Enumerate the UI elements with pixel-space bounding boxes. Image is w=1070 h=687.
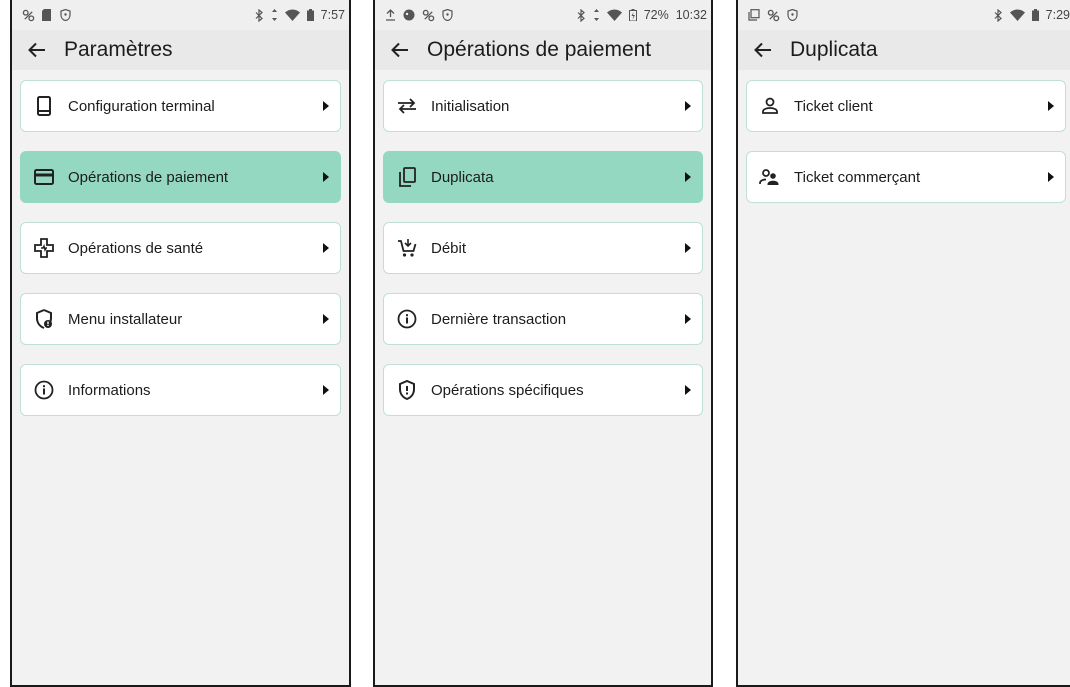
chevron-right-icon xyxy=(685,243,691,253)
app-icon xyxy=(403,9,415,21)
menu-item-label: Ticket client xyxy=(794,97,873,115)
menu-item-label: Opérations spécifiques xyxy=(431,381,584,399)
status-bar: 72% 10:32 xyxy=(375,0,711,30)
chevron-right-icon xyxy=(1048,172,1054,182)
menu-item-label: Duplicata xyxy=(431,168,494,186)
battery-icon xyxy=(1031,9,1039,21)
menu-item-initialisation[interactable]: Initialisation xyxy=(383,80,703,132)
menu-item-label: Initialisation xyxy=(431,97,510,115)
menu-item-derniere-transaction[interactable]: Dernière transaction xyxy=(383,293,703,345)
back-arrow-icon[interactable] xyxy=(387,37,413,63)
chevron-right-icon xyxy=(685,172,691,182)
menu-item-menu-installateur[interactable]: Menu installateur xyxy=(20,293,341,345)
copy-status-icon xyxy=(748,9,760,21)
menu-item-configuration-terminal[interactable]: Configuration terminal xyxy=(20,80,341,132)
chevron-right-icon xyxy=(323,172,329,182)
wifi-icon xyxy=(606,9,622,21)
bluetooth-icon xyxy=(577,8,585,22)
chevron-right-icon xyxy=(685,101,691,111)
health-cross-icon xyxy=(33,237,55,259)
menu-item-ticket-client[interactable]: Ticket client xyxy=(746,80,1066,132)
page-title: Opérations de paiement xyxy=(427,38,652,61)
menu-list: Configuration terminal Opérations de pai… xyxy=(12,70,349,416)
menu-item-label: Débit xyxy=(431,239,467,257)
page-title: Paramètres xyxy=(64,38,173,61)
battery-charging-icon xyxy=(628,9,637,21)
bluetooth-icon xyxy=(994,8,1002,22)
shield-icon xyxy=(60,9,71,21)
chevron-right-icon xyxy=(685,385,691,395)
menu-item-informations[interactable]: Informations xyxy=(20,364,341,416)
chevron-right-icon xyxy=(1048,101,1054,111)
sim-card-icon xyxy=(42,9,51,21)
shield-icon xyxy=(442,9,453,21)
menu-item-ticket-commercant[interactable]: Ticket commerçant xyxy=(746,151,1066,203)
chevron-right-icon xyxy=(323,314,329,324)
copy-icon xyxy=(396,166,418,188)
screen-operations-paiement: 72% 10:32 Opérations de paiement Initial… xyxy=(373,0,713,687)
menu-item-operations-paiement[interactable]: Opérations de paiement xyxy=(20,151,341,203)
credit-card-icon xyxy=(33,166,55,188)
menu-list: Ticket client Ticket commerçant xyxy=(738,70,1070,203)
back-arrow-icon[interactable] xyxy=(24,37,50,63)
menu-item-label: Opérations de santé xyxy=(68,239,204,257)
people-icon xyxy=(759,166,781,188)
menu-item-label: Menu installateur xyxy=(68,310,183,328)
app-bar: Opérations de paiement xyxy=(375,30,711,70)
data-arrows-icon xyxy=(271,9,277,21)
swap-arrows-icon xyxy=(396,95,418,117)
battery-level: 72% xyxy=(643,8,669,22)
info-icon xyxy=(33,379,55,401)
status-time: 7:29 xyxy=(1045,8,1070,22)
status-time: 7:57 xyxy=(320,8,345,22)
wifi-icon xyxy=(284,9,300,21)
link-icon xyxy=(767,9,780,21)
back-arrow-icon[interactable] xyxy=(750,37,776,63)
menu-item-label: Informations xyxy=(68,381,151,399)
menu-item-label: Configuration terminal xyxy=(68,97,215,115)
menu-item-operations-sante[interactable]: Opérations de santé xyxy=(20,222,341,274)
menu-item-label: Opérations de paiement xyxy=(68,168,229,186)
battery-icon xyxy=(306,9,314,21)
installer-icon xyxy=(33,308,55,330)
shield-icon xyxy=(787,9,798,21)
info-icon xyxy=(396,308,418,330)
menu-item-label: Ticket commerçant xyxy=(794,168,921,186)
chevron-right-icon xyxy=(323,243,329,253)
chevron-right-icon xyxy=(323,101,329,111)
chevron-right-icon xyxy=(323,385,329,395)
status-time: 10:32 xyxy=(675,8,707,22)
chevron-right-icon xyxy=(685,314,691,324)
menu-item-debit[interactable]: Débit xyxy=(383,222,703,274)
app-bar: Paramètres xyxy=(12,30,349,70)
shield-alert-icon xyxy=(396,379,418,401)
menu-item-duplicata[interactable]: Duplicata xyxy=(383,151,703,203)
status-bar: 7:57 xyxy=(12,0,349,30)
wifi-icon xyxy=(1009,9,1025,21)
smartphone-icon xyxy=(33,95,55,117)
upload-icon xyxy=(386,9,395,21)
menu-list: Initialisation Duplicata Débit Dernière … xyxy=(375,70,711,416)
link-icon xyxy=(422,9,435,21)
cart-icon xyxy=(396,237,418,259)
screen-parametres: 7:57 Paramètres Configuration terminal O… xyxy=(10,0,351,687)
screen-duplicata: 7:29 Duplicata Ticket client Ticket comm… xyxy=(736,0,1070,687)
bluetooth-icon xyxy=(255,8,263,22)
person-icon xyxy=(759,95,781,117)
link-icon xyxy=(22,9,35,21)
data-arrows-icon xyxy=(593,9,599,21)
menu-item-operations-specifiques[interactable]: Opérations spécifiques xyxy=(383,364,703,416)
page-title: Duplicata xyxy=(790,38,878,61)
status-bar: 7:29 xyxy=(738,0,1070,30)
app-bar: Duplicata xyxy=(738,30,1070,70)
menu-item-label: Dernière transaction xyxy=(431,310,567,328)
